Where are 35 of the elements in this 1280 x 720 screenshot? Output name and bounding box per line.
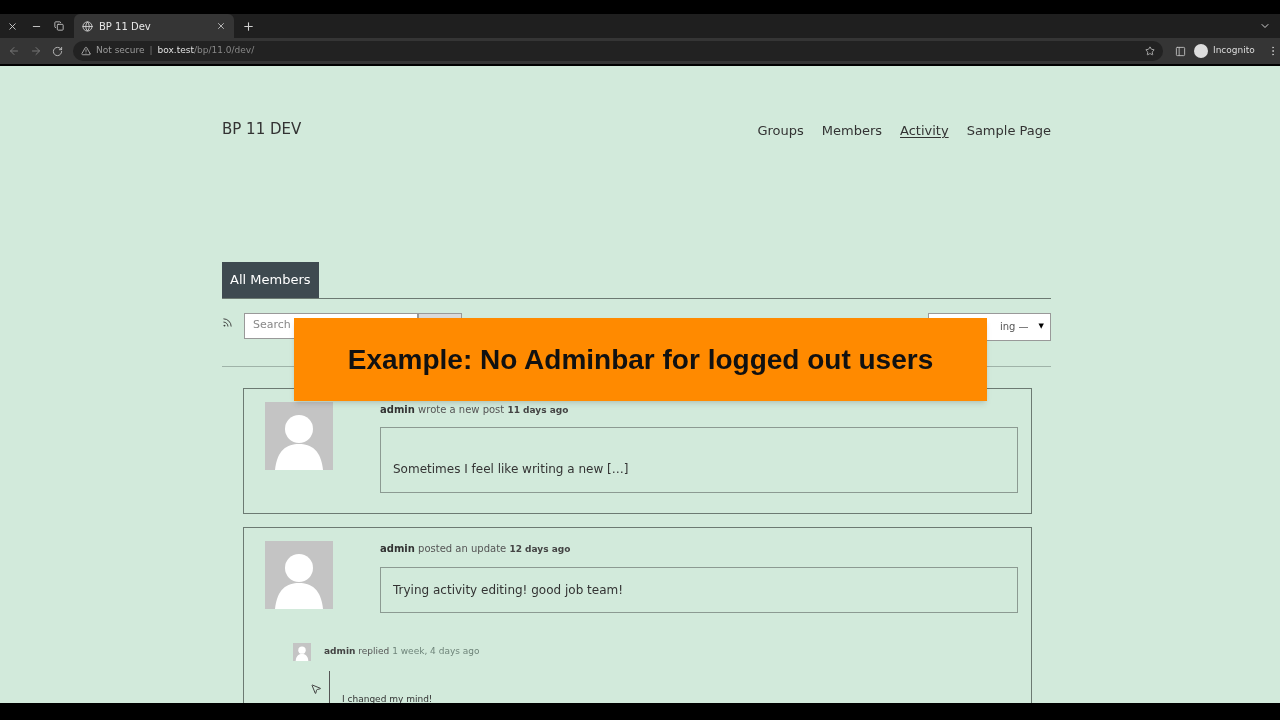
members-tab[interactable]: All Members <box>222 261 319 298</box>
activity-meta: admin posted an update 12 days ago <box>380 542 572 556</box>
activity-meta: admin wrote a new post 11 days ago <box>380 402 570 417</box>
profile-label[interactable]: Incognito <box>1213 44 1255 58</box>
globe-icon <box>82 20 93 32</box>
nav-link[interactable]: Members <box>821 121 882 141</box>
reload-icon[interactable] <box>52 45 63 57</box>
nav-link[interactable]: Groups <box>757 121 804 141</box>
avatar-icon <box>265 401 333 470</box>
site-title[interactable]: BP 11 DEV <box>222 118 302 141</box>
new-tab-icon[interactable] <box>242 19 255 33</box>
star-icon[interactable] <box>1145 46 1155 56</box>
rss-icon[interactable] <box>222 316 233 328</box>
avatar-icon <box>293 642 311 661</box>
avatar-icon <box>265 541 333 609</box>
separator: | <box>149 44 153 58</box>
url-text: box.test/bp/11.0/dev/ <box>157 44 255 58</box>
activity-excerpt: Trying activity editing! good job team! <box>380 566 1018 613</box>
warning-icon <box>81 46 91 56</box>
incognito-icon <box>1194 44 1208 58</box>
nav-link[interactable]: Sample Page <box>966 121 1051 141</box>
tab-title: BP 11 Dev <box>99 19 152 34</box>
reply-meta: admin replied 1 week, 4 days ago <box>324 644 480 658</box>
side-panel-icon[interactable] <box>1175 45 1186 57</box>
close-icon[interactable] <box>216 21 226 31</box>
nav-link[interactable]: Activity <box>900 121 949 141</box>
activity-excerpt: Sometimes I feel like writing a new […] <box>380 427 1018 493</box>
caption-text: Example: No Adminbar for logged out users <box>347 342 934 377</box>
close-icon[interactable] <box>7 20 18 32</box>
security-label: Not secure <box>96 44 145 58</box>
restore-icon[interactable] <box>54 21 64 31</box>
cursor-icon <box>310 683 322 695</box>
browser-tab[interactable]: BP 11 Dev <box>74 14 234 38</box>
reply-text: I changed my mind! <box>342 693 433 703</box>
address-field[interactable]: Not secure | box.test/bp/11.0/dev/ <box>73 41 1163 61</box>
